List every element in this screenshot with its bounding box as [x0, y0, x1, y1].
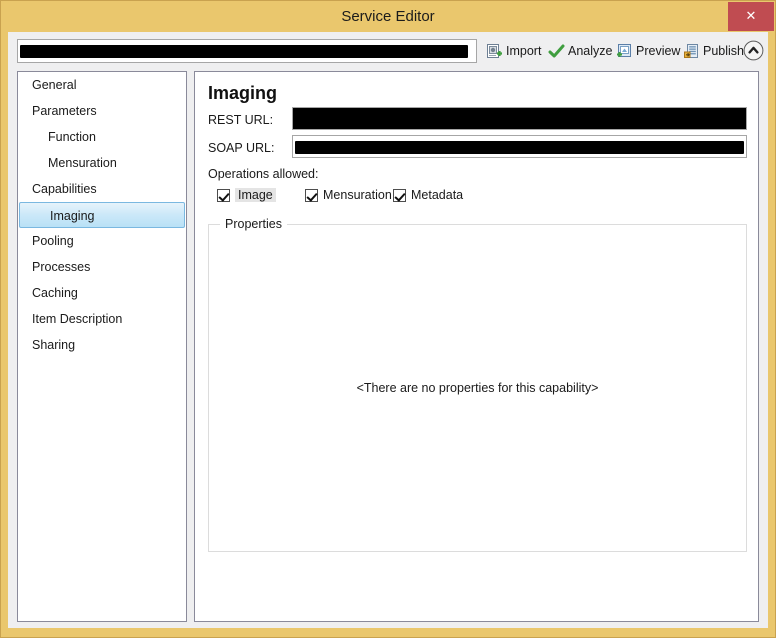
checkbox-metadata-label: Metadata [411, 188, 464, 202]
checkbox-mensuration[interactable]: Mensuration [305, 186, 392, 204]
sidebar-item-imaging[interactable]: Imaging [19, 202, 185, 228]
navigation-tree[interactable]: General Parameters Function Mensuration … [17, 71, 187, 622]
service-url-input[interactable] [17, 39, 477, 63]
preview-button-label: Preview [636, 44, 681, 58]
window-title: Service Editor [341, 8, 435, 25]
publish-button[interactable]: Publish [683, 39, 744, 63]
checkbox-mensuration-box[interactable] [305, 188, 318, 202]
import-icon [486, 43, 503, 60]
checkbox-metadata[interactable]: Metadata [393, 186, 463, 204]
check-icon [548, 43, 565, 60]
sidebar-item-function[interactable]: Function [18, 124, 186, 150]
checkbox-image[interactable]: Image [217, 186, 276, 204]
close-button[interactable]: ✕ [728, 2, 774, 31]
properties-empty-message: <There are no properties for this capabi… [356, 381, 599, 395]
analyze-button[interactable]: Analyze [548, 39, 612, 63]
checkbox-mensuration-label: Mensuration [323, 188, 392, 202]
preview-icon [616, 43, 633, 60]
toolbar: Import Analyze Preview Publish [8, 32, 768, 70]
soap-url-input[interactable] [292, 135, 747, 158]
sidebar-item-caching[interactable]: Caching [18, 280, 186, 306]
rest-url-redaction-bar [293, 108, 746, 129]
analyze-button-label: Analyze [568, 44, 613, 58]
chevron-up-icon[interactable] [743, 40, 764, 61]
sidebar-item-item-description[interactable]: Item Description [18, 306, 186, 332]
soap-url-label: SOAP URL: [208, 141, 275, 155]
import-button[interactable]: Import [486, 39, 541, 63]
publish-icon [683, 43, 700, 60]
rest-url-label: REST URL: [208, 113, 274, 127]
sidebar-item-parameters[interactable]: Parameters [18, 98, 186, 124]
rest-url-input[interactable] [292, 107, 747, 130]
soap-url-redaction-bar [295, 141, 744, 154]
checkbox-image-box[interactable] [217, 188, 230, 202]
sidebar-item-general[interactable]: General [18, 72, 186, 98]
sidebar-item-capabilities[interactable]: Capabilities [18, 176, 186, 202]
page-title: Imaging [208, 83, 278, 103]
properties-group-box: Properties <There are no properties for … [208, 217, 747, 552]
checkbox-image-label: Image [235, 188, 276, 202]
imaging-capability-panel: Imaging REST URL: SOAP URL: Operations a… [194, 71, 759, 622]
sidebar-item-sharing[interactable]: Sharing [18, 332, 186, 358]
sidebar-item-processes[interactable]: Processes [18, 254, 186, 280]
client-area: Import Analyze Preview Publish General P… [8, 32, 768, 628]
sidebar-item-pooling[interactable]: Pooling [18, 228, 186, 254]
service-editor-window: Service Editor ✕ Import Analyze Preview … [0, 0, 776, 638]
sidebar-item-mensuration[interactable]: Mensuration [18, 150, 186, 176]
publish-button-label: Publish [703, 44, 744, 58]
service-url-redaction-bar [20, 45, 468, 58]
title-bar: Service Editor ✕ [1, 1, 775, 32]
operations-allowed-label: Operations allowed: [208, 167, 319, 181]
preview-button[interactable]: Preview [616, 39, 680, 63]
import-button-label: Import [506, 44, 542, 58]
checkbox-metadata-box[interactable] [393, 188, 406, 202]
